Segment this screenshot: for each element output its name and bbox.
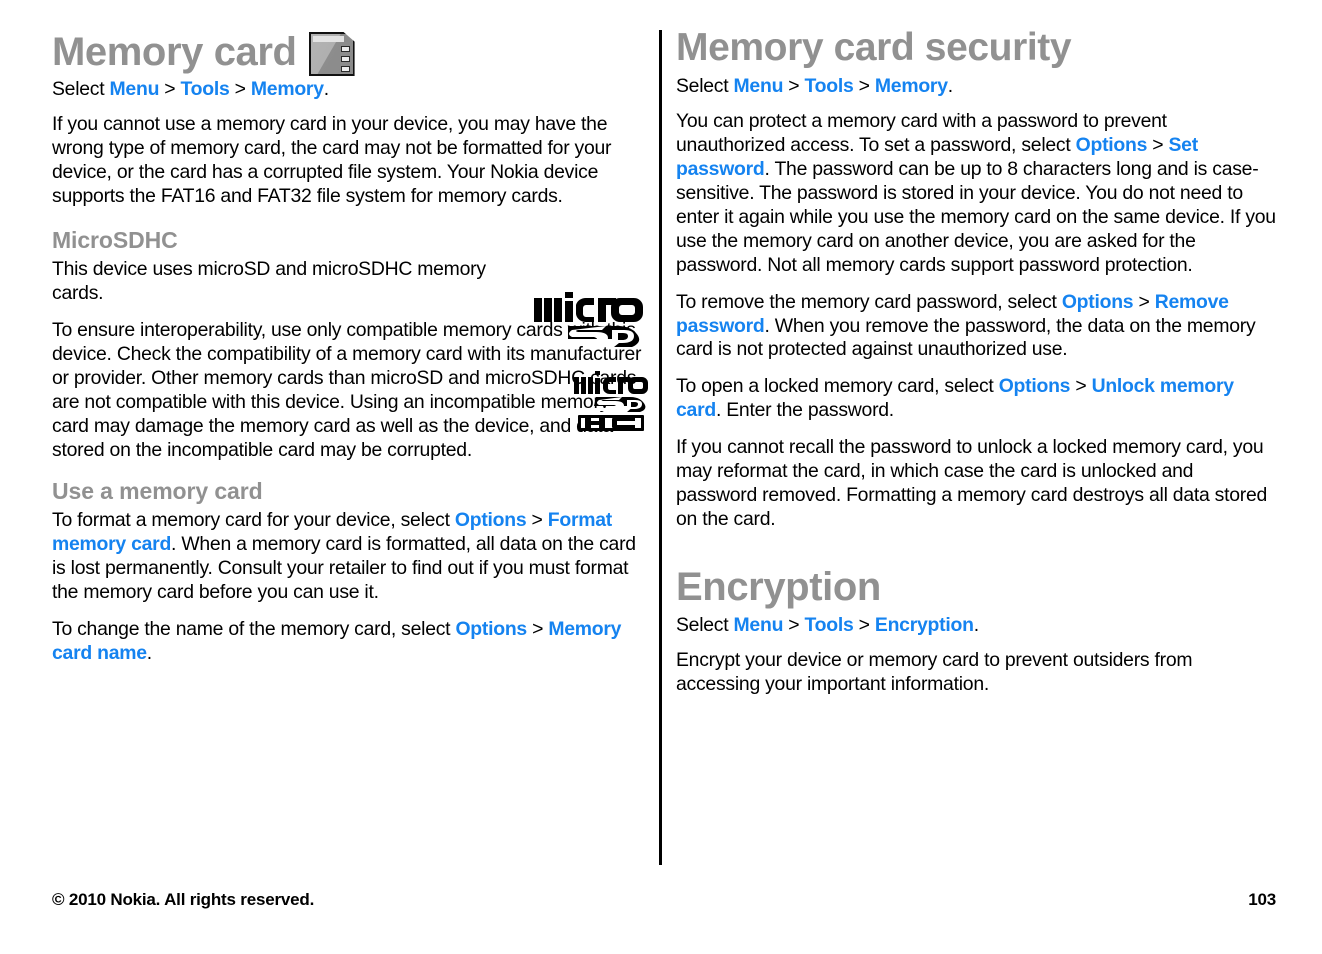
memory-card-icon-contact-1 [340, 46, 350, 52]
memory-link[interactable]: Memory [875, 75, 948, 97]
path-separator: > [1070, 375, 1092, 398]
options-link[interactable]: Options [999, 375, 1071, 397]
tools-link[interactable]: Tools [181, 78, 230, 100]
rename-text-part-2: . [146, 641, 152, 664]
path-separator: > [1147, 133, 1169, 156]
memory-link[interactable]: Memory [251, 78, 324, 100]
options-link[interactable]: Options [1076, 134, 1148, 156]
select-suffix: . [973, 614, 979, 637]
section-heading-microsdhc: MicroSDHC [52, 226, 178, 253]
menu-link[interactable]: Menu [110, 78, 160, 100]
copyright-notice: © 2010 Nokia. All rights reserved. [52, 890, 315, 909]
chapter-heading-memory-card-security: Memory card security [676, 26, 1276, 69]
memory-card-icon-contact-3 [340, 66, 350, 72]
page-footer: © 2010 Nokia. All rights reserved. 103 [52, 890, 1276, 910]
path-separator-1: > [783, 614, 805, 637]
intro-paragraph: If you cannot use a memory card in your … [52, 112, 612, 207]
path-separator-1: > [783, 74, 805, 97]
encryption-paragraph: Encrypt your device or memory card to pr… [676, 649, 1193, 696]
select-prefix: Select [676, 74, 734, 97]
tools-link[interactable]: Tools [805, 75, 854, 97]
memory-card-name-paragraph: To change the name of the memory card, s… [52, 618, 647, 666]
unlock-text-part-2: . Enter the password. [715, 399, 894, 422]
path-separator-1: > [159, 78, 181, 100]
select-prefix: Select [676, 614, 734, 637]
select-suffix: . [323, 78, 329, 100]
unlock-text-part-1: To open a locked memory card, select [676, 375, 999, 398]
path-separator-2: > [853, 74, 875, 97]
select-path-encryption: Select Menu > Tools > Encryption. [676, 614, 1276, 638]
chapter-heading-encryption: Encryption [676, 566, 1276, 608]
protect-password-paragraph: You can protect a memory card with a pas… [676, 110, 1276, 278]
memory-card-icon-label-strip [312, 36, 344, 42]
options-link[interactable]: Options [1062, 291, 1134, 313]
unlock-memory-card-paragraph: To open a locked memory card, select Opt… [676, 375, 1276, 423]
two-column-body: Memory card Select Menu > Tools > Memory… [0, 0, 1322, 880]
recall-password-paragraph: If you cannot recall the password to unl… [676, 436, 1268, 531]
remove-text-part-1: To remove the memory card password, sele… [676, 290, 1062, 313]
microsdhc-paragraph-1: This device uses microSD and microSDHC m… [52, 258, 486, 305]
left-column: Memory card Select Menu > Tools > Memory… [52, 28, 647, 679]
right-column: Memory card security Select Menu > Tools… [676, 26, 1276, 710]
path-separator: > [1133, 290, 1155, 313]
microsdhc-logo [572, 371, 650, 433]
remove-password-paragraph: To remove the memory card password, sele… [676, 291, 1276, 363]
menu-link[interactable]: Menu [734, 614, 784, 636]
chapter-title-text: Memory card security [676, 26, 1072, 69]
path-separator: > [526, 508, 548, 531]
encryption-link[interactable]: Encryption [875, 614, 974, 636]
path-separator: > [526, 617, 549, 640]
format-text-part-1: To format a memory card for your device,… [52, 508, 455, 531]
options-link[interactable]: Options [455, 509, 527, 531]
microsd-logo [532, 292, 650, 348]
select-suffix: . [947, 74, 953, 97]
select-prefix: Select [52, 78, 110, 100]
rename-text-part-1: To change the name of the memory card, s… [52, 617, 456, 640]
chapter-title-text: Memory card [52, 30, 297, 74]
tools-link[interactable]: Tools [805, 614, 854, 636]
user-guide-page: Memory card Select Menu > Tools > Memory… [0, 0, 1322, 954]
format-memory-card-paragraph: To format a memory card for your device,… [52, 509, 647, 605]
memory-card-icon [308, 32, 355, 76]
protect-text-part-2: . The password can be up to 8 characters… [676, 157, 1276, 276]
memory-card-icon-contact-2 [340, 56, 350, 62]
path-separator-2: > [853, 614, 875, 637]
chapter-title-text: Encryption [676, 565, 881, 610]
select-path-memory: Select Menu > Tools > Memory. [52, 78, 647, 102]
page-number: 103 [1248, 890, 1276, 909]
menu-link[interactable]: Menu [734, 75, 784, 97]
select-path-memory: Select Menu > Tools > Memory. [676, 75, 1276, 99]
path-separator-2: > [229, 78, 251, 100]
chapter-heading-memory-card: Memory card [52, 28, 647, 76]
options-link[interactable]: Options [455, 618, 527, 640]
section-heading-use-a-memory-card: Use a memory card [52, 477, 263, 504]
